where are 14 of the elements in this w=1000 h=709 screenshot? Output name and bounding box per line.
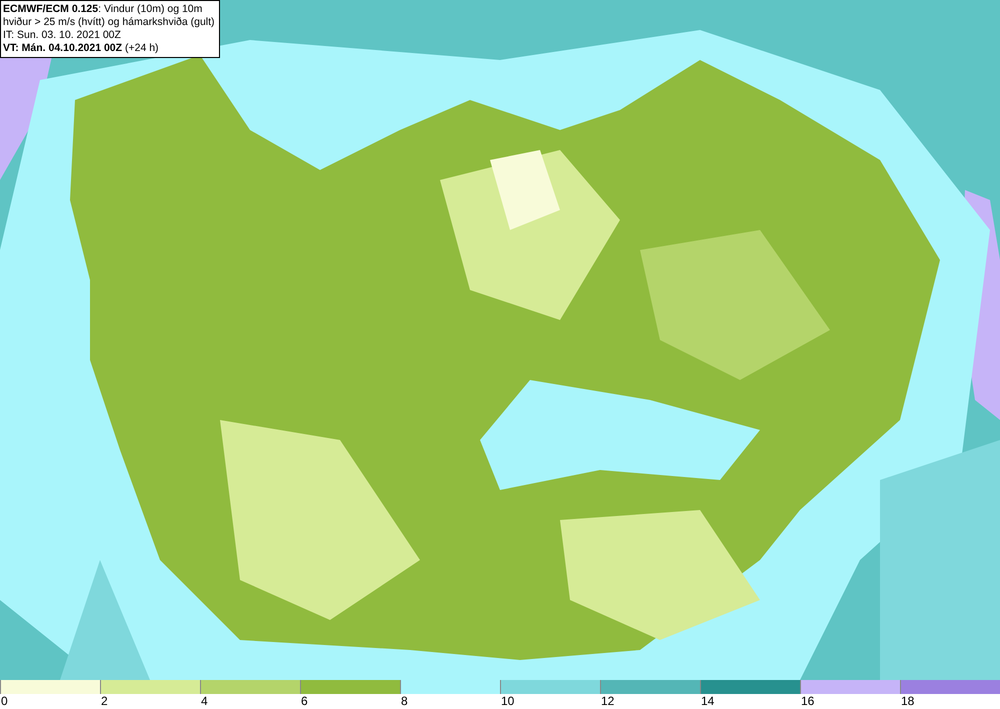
scale-label: 10 bbox=[500, 694, 516, 708]
scale-label: 18 bbox=[900, 694, 916, 708]
scale-label: 12 bbox=[600, 694, 616, 708]
scale-label: 0 bbox=[0, 694, 9, 708]
caption-line: VT: Mán. 04.10.2021 00Z (+24 h) bbox=[3, 42, 160, 55]
scale-label: 6 bbox=[300, 694, 309, 708]
scale-label: 16 bbox=[800, 694, 816, 708]
caption-line: ECMWF/ECM 0.125: Vindur (10m) og 10m bbox=[3, 3, 204, 16]
caption-line: IT: Sun. 03. 10. 2021 00Z bbox=[3, 29, 122, 42]
scale-label: 2 bbox=[100, 694, 109, 708]
scale-label: 4 bbox=[200, 694, 209, 708]
scale-label: 8 bbox=[400, 694, 409, 708]
scale-label: 14 bbox=[700, 694, 716, 708]
caption-line: hviður > 25 m/s (hvítt) og hámarkshviða (gult) bbox=[3, 16, 215, 29]
